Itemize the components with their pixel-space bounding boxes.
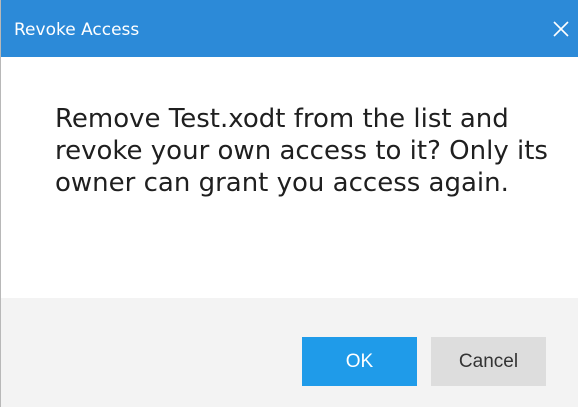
close-icon xyxy=(553,21,569,37)
dialog-message: Remove Test.xodt from the list and revok… xyxy=(55,104,548,198)
dialog-titlebar: Revoke Access xyxy=(1,0,578,57)
close-button[interactable] xyxy=(541,12,578,50)
revoke-access-dialog: Revoke Access Remove Test.xodt from the … xyxy=(0,0,578,407)
dialog-title: Revoke Access xyxy=(14,20,140,40)
cancel-button[interactable]: Cancel xyxy=(431,337,546,386)
dialog-footer: OK Cancel xyxy=(1,298,578,407)
ok-button[interactable]: OK xyxy=(302,337,417,386)
dialog-body: Remove Test.xodt from the list and revok… xyxy=(1,57,578,298)
